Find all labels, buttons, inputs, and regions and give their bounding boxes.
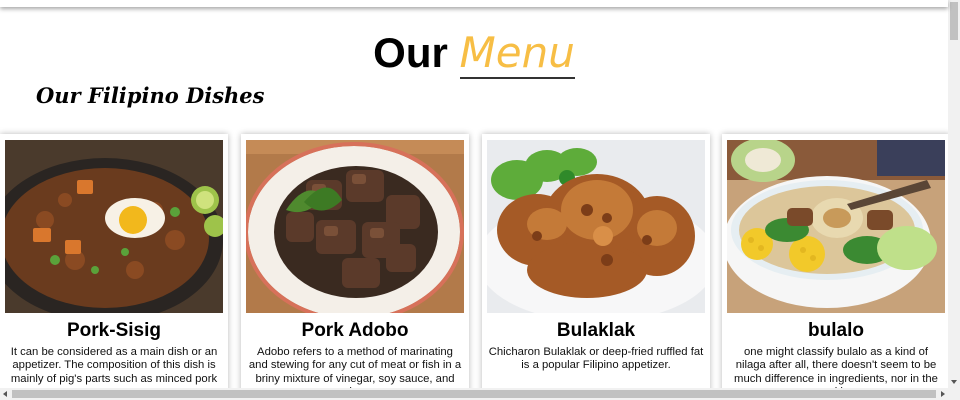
pork-adobo-photo [246, 140, 464, 313]
scroll-down-arrow-icon[interactable] [951, 380, 957, 384]
dish-description: It can be considered as a main dish or a… [10, 346, 218, 385]
dish-card-pork-adobo[interactable]: Pork Adobo Adobo refers to a method of m… [241, 134, 469, 394]
page-title-accent: Menu [459, 28, 575, 80]
dish-description: one might classify bulalo as a kind of n… [734, 346, 938, 394]
horizontal-scrollbar[interactable] [0, 388, 960, 400]
bulaklak-photo [487, 140, 705, 313]
dish-name: Pork-Sisig [67, 320, 161, 341]
dish-card-list: Pork-Sisig It can be considered as a mai… [0, 134, 950, 394]
bulalo-photo [727, 140, 945, 313]
section-title: Our Filipino Dishes [36, 83, 265, 108]
dish-name: Pork Adobo [301, 320, 409, 341]
header-bar [0, 0, 948, 7]
dish-description: Chicharon Bulaklak or deep-fried ruffled… [488, 346, 704, 372]
vertical-scrollbar[interactable] [948, 0, 960, 400]
dish-name: Bulaklak [556, 320, 636, 341]
horizontal-scrollbar-thumb[interactable] [12, 390, 936, 398]
dish-description: Adobo refers to a method of marinating a… [248, 346, 462, 394]
pork-sisig-photo [5, 140, 223, 313]
scroll-right-arrow-icon[interactable] [941, 391, 945, 397]
dish-name: bulalo [808, 320, 864, 341]
dish-card-bulalo[interactable]: bulalo one might classify bulalo as a ki… [722, 134, 950, 394]
dish-card-bulaklak[interactable]: Bulaklak Chicharon Bulaklak or deep-frie… [482, 134, 710, 394]
page-title-prefix: Our [373, 29, 448, 77]
dish-card-pork-sisig[interactable]: Pork-Sisig It can be considered as a mai… [0, 134, 228, 394]
page-title: Our Menu [0, 28, 948, 80]
scroll-left-arrow-icon[interactable] [3, 391, 7, 397]
vertical-scrollbar-thumb[interactable] [950, 2, 958, 40]
